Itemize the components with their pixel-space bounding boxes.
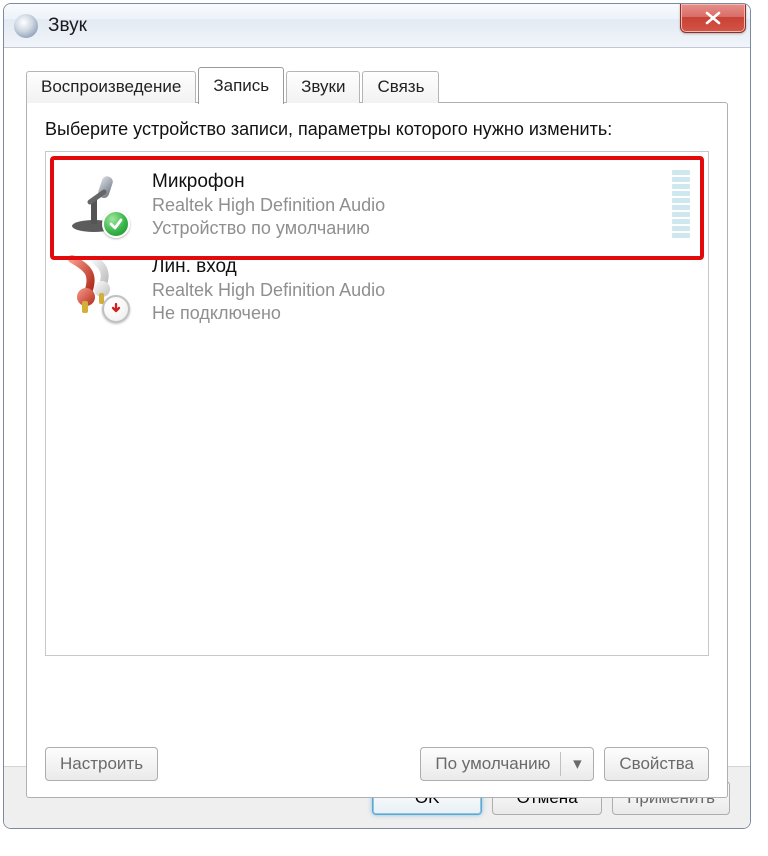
tabstrip: Воспроизведение Запись Звуки Связь [26, 66, 728, 103]
device-item[interactable]: Лин. вход Realtek High Definition Audio … [46, 247, 708, 332]
titlebar[interactable]: Звук [4, 4, 750, 48]
set-default-button[interactable]: По умолчанию ▾ [420, 747, 594, 781]
panel-buttons: Настроить По умолчанию ▾ Свойства [45, 747, 709, 781]
microphone-icon [60, 168, 126, 234]
sound-icon [14, 14, 38, 38]
device-driver: Realtek High Definition Audio [152, 279, 694, 302]
unplugged-badge-icon [102, 295, 130, 323]
device-name: Лин. вход [152, 255, 694, 279]
line-in-icon [60, 253, 126, 319]
device-list[interactable]: Микрофон Realtek High Definition Audio У… [45, 151, 709, 656]
device-driver: Realtek High Definition Audio [152, 194, 672, 217]
tab-playback[interactable]: Воспроизведение [26, 71, 196, 103]
level-meter [672, 170, 690, 238]
configure-button[interactable]: Настроить [45, 747, 158, 781]
tab-communications[interactable]: Связь [362, 71, 439, 103]
instruction-text: Выберите устройство записи, параметры ко… [45, 117, 709, 141]
properties-button[interactable]: Свойства [604, 747, 709, 781]
device-text: Лин. вход Realtek High Definition Audio … [152, 253, 694, 326]
tab-sounds[interactable]: Звуки [286, 71, 360, 103]
window-title: Звук [48, 15, 87, 37]
device-status: Устройство по умолчанию [152, 217, 672, 240]
device-name: Микрофон [152, 170, 672, 194]
device-status: Не подключено [152, 302, 694, 325]
device-item[interactable]: Микрофон Realtek High Definition Audio У… [46, 156, 708, 247]
chevron-down-icon[interactable]: ▾ [567, 754, 587, 774]
tab-recording[interactable]: Запись [198, 67, 284, 104]
client-area: Воспроизведение Запись Звуки Связь Выбер… [4, 48, 750, 828]
sound-dialog: Звук Воспроизведение Запись Звуки Связь … [3, 3, 751, 829]
tab-panel-recording: Выберите устройство записи, параметры ко… [26, 102, 728, 798]
device-text: Микрофон Realtek High Definition Audio У… [152, 168, 672, 241]
close-button[interactable] [680, 3, 746, 33]
close-icon [704, 11, 722, 25]
set-default-label: По умолчанию [435, 754, 550, 774]
